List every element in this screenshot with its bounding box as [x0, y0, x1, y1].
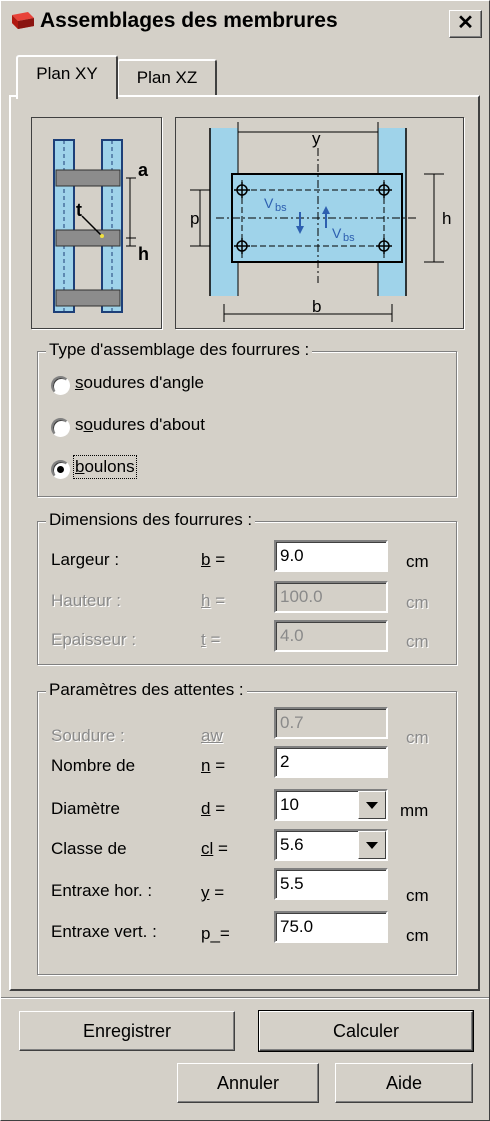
radio-soudures-angle-text: oudures d'angle [83, 373, 204, 392]
diametre-select[interactable]: 10 [274, 789, 388, 821]
plan-diagram: y p h b V bs V bs [175, 117, 464, 329]
dimensions-group: Dimensions des fourrures : Largeur : b =… [37, 510, 457, 665]
hauteur-symbol: h = [201, 591, 225, 611]
elevation-label-t: t [76, 200, 82, 220]
plan-label-y: y [312, 129, 321, 148]
close-button[interactable]: ✕ [449, 10, 482, 38]
classe-dropdown-button[interactable] [358, 831, 386, 859]
radio-soudures-about-mnemonic: o [83, 415, 93, 434]
plan-label-b: b [312, 297, 321, 316]
dimensions-group-title: Dimensions des fourrures : [46, 510, 256, 530]
entraxe-hor-symbol-eq: = [209, 883, 225, 902]
nombre-label: Nombre de [51, 756, 136, 775]
elevation-label-h: h [138, 244, 149, 264]
app-icon [12, 12, 34, 29]
tab-plan-xy-label: Plan XY [36, 64, 98, 83]
annuler-button[interactable]: Annuler [177, 1063, 319, 1103]
hauteur-symbol-eq: = [210, 591, 226, 610]
radio-soudures-angle[interactable] [51, 376, 70, 395]
tab-plan-xz-label: Plan XZ [136, 68, 198, 87]
classe-symbol-letter: cl [201, 839, 214, 858]
chevron-down-icon [366, 842, 378, 849]
diametre-unit: mm [400, 801, 429, 820]
plan-label-vbs-right: V [332, 225, 342, 241]
radio-soudures-about-text-b: udures d'about [92, 415, 205, 434]
largeur-symbol-eq: = [210, 550, 226, 569]
radio-boulons[interactable] [51, 460, 70, 479]
entraxe-vert-label: Entraxe vert. : [51, 922, 157, 941]
assembly-type-group: Type d'assemblage des fourrures : soudur… [37, 340, 457, 497]
soudure-label: Soudure : [51, 726, 125, 745]
largeur-input[interactable]: 9.0 [274, 540, 388, 572]
epaisseur-symbol-eq: = [205, 630, 221, 649]
elevation-diagram: t a h [31, 117, 162, 329]
dialog-window: Assemblages des membrures ✕ Plan XY Plan… [0, 0, 490, 1121]
entraxe-vert-unit: cm [406, 926, 429, 945]
radio-soudures-about-text-a: s [75, 415, 84, 434]
diametre-label: Diamètre [51, 799, 120, 818]
classe-label: Classe de [51, 839, 127, 858]
plan-label-p: p [190, 209, 199, 228]
close-icon: ✕ [457, 12, 474, 34]
radio-soudures-about[interactable] [51, 418, 70, 437]
epaisseur-symbol: t = [201, 630, 220, 650]
nombre-symbol: n = [201, 756, 225, 776]
parameters-group: Paramètres des attentes : Soudure : aw 0… [37, 680, 457, 975]
classe-select[interactable]: 5.6 [274, 829, 388, 861]
radio-boulons-text: oulons [84, 457, 135, 476]
diametre-symbol: d = [201, 799, 225, 819]
plan-label-vbs-right-sub: bs [343, 232, 355, 244]
largeur-symbol: b = [201, 550, 225, 570]
parameters-group-title: Paramètres des attentes : [46, 680, 247, 700]
assembly-type-group-title: Type d'assemblage des fourrures : [46, 340, 313, 360]
calculer-button[interactable]: Calculer [258, 1010, 474, 1052]
entraxe-hor-symbol: y = [201, 883, 224, 903]
plan-label-vbs-left-sub: bs [275, 202, 287, 214]
epaisseur-input: 4.0 [274, 620, 388, 652]
hauteur-unit: cm [406, 593, 429, 612]
entraxe-hor-symbol-letter: y [201, 883, 210, 902]
soudure-input: 0.7 [274, 707, 388, 739]
plan-label-h: h [442, 209, 451, 228]
chevron-down-icon [366, 802, 378, 809]
plan-label-vbs-left: V [264, 195, 274, 211]
largeur-unit: cm [406, 552, 429, 571]
radio-soudures-about-label[interactable]: soudures d'about [75, 415, 205, 435]
classe-select-value: 5.6 [280, 835, 304, 854]
entraxe-hor-label: Entraxe hor. : [51, 881, 153, 900]
hauteur-input: 100.0 [274, 581, 388, 613]
radio-soudures-angle-mnemonic: s [75, 373, 84, 392]
enregistrer-button[interactable]: Enregistrer [19, 1011, 235, 1051]
aide-button[interactable]: Aide [335, 1063, 473, 1103]
classe-symbol-eq: = [213, 839, 228, 858]
diametre-dropdown-button[interactable] [358, 791, 386, 819]
entraxe-hor-unit: cm [406, 886, 429, 905]
window-title: Assemblages des membrures [40, 9, 338, 32]
title-bar[interactable]: Assemblages des membrures ✕ [4, 4, 486, 40]
radio-checked-dot [57, 466, 64, 473]
entraxe-vert-symbol: p_= [201, 924, 230, 944]
soudure-unit: cm [406, 728, 429, 747]
tab-plan-xy[interactable]: Plan XY [16, 55, 118, 99]
separator [1, 997, 489, 999]
tab-plan-xz[interactable]: Plan XZ [117, 59, 217, 97]
diametre-select-value: 10 [280, 795, 299, 814]
radio-boulons-label[interactable]: boulons [73, 455, 137, 479]
entraxe-vert-symbol-eq: _= [210, 924, 230, 943]
classe-symbol: cl = [201, 839, 228, 859]
nombre-input[interactable]: 2 [274, 746, 388, 778]
diametre-symbol-eq: = [210, 799, 226, 818]
largeur-label: Largeur : [51, 550, 120, 569]
radio-soudures-angle-label[interactable]: soudures d'angle [75, 373, 204, 393]
entraxe-vert-input[interactable]: 75.0 [274, 911, 388, 943]
hauteur-label: Hauteur : [51, 591, 121, 610]
epaisseur-unit: cm [406, 632, 429, 651]
epaisseur-label: Epaisseur : [51, 630, 137, 649]
soudure-symbol: aw [201, 726, 223, 746]
elevation-label-a: a [138, 160, 149, 180]
nombre-symbol-eq: = [210, 756, 226, 775]
entraxe-hor-input[interactable]: 5.5 [274, 868, 388, 900]
soudure-symbol-letter: aw [201, 726, 223, 745]
